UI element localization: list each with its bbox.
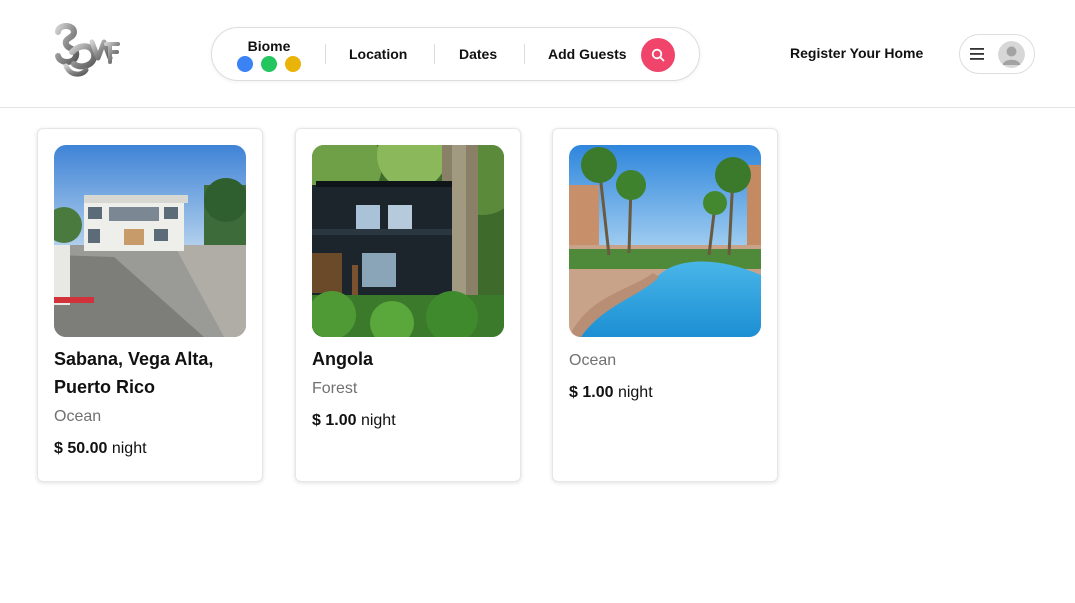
listing-biome: Ocean (54, 408, 102, 425)
divider (434, 44, 435, 64)
dates-filter[interactable]: Dates (459, 46, 497, 62)
listing-photo[interactable] (312, 145, 504, 337)
biome-filter[interactable]: Biome (236, 38, 302, 73)
price-unit: night (360, 412, 396, 429)
price-amount: $ 1.00 (312, 412, 357, 429)
hamburger-icon (970, 48, 984, 60)
listing-photo[interactable] (569, 145, 761, 337)
divider (524, 44, 525, 64)
listing-biome: Ocean (569, 352, 617, 369)
listing-card[interactable]: Ocean $ 1.00 night (552, 128, 778, 482)
user-menu-button[interactable] (959, 34, 1035, 74)
search-button[interactable] (641, 38, 675, 72)
top-header: Biome Location Dates Add Guests Register… (0, 0, 1075, 108)
user-avatar-icon (998, 41, 1025, 68)
listing-card[interactable]: Angola Forest $ 1.00 night (295, 128, 521, 482)
listing-biome: Forest (312, 380, 358, 397)
listing-title[interactable]: Sabana, Vega Alta, Puerto Rico (54, 345, 250, 401)
search-bar[interactable]: Biome Location Dates Add Guests (211, 27, 700, 81)
price-unit: night (617, 384, 653, 401)
price-unit: night (111, 440, 147, 457)
listing-photo[interactable] (54, 145, 246, 337)
site-logo[interactable] (52, 22, 122, 82)
location-filter[interactable]: Location (349, 46, 407, 62)
search-icon (651, 48, 665, 62)
listing-price: $ 1.00 night (569, 382, 765, 404)
listing-card[interactable]: Sabana, Vega Alta, Puerto Rico Ocean $ 5… (37, 128, 263, 482)
biome-dot-green[interactable] (261, 56, 277, 72)
listing-price: $ 1.00 night (312, 410, 508, 432)
listing-title[interactable]: Angola (312, 345, 508, 373)
biome-dots (236, 56, 302, 73)
register-home-link[interactable]: Register Your Home (790, 45, 923, 61)
listing-price: $ 50.00 night (54, 438, 250, 460)
biome-label: Biome (247, 38, 291, 54)
divider (325, 44, 326, 64)
price-amount: $ 50.00 (54, 440, 108, 457)
biome-dot-yellow[interactable] (285, 56, 301, 72)
biome-dot-blue[interactable] (237, 56, 253, 72)
price-amount: $ 1.00 (569, 384, 614, 401)
add-guests-filter[interactable]: Add Guests (548, 46, 627, 62)
